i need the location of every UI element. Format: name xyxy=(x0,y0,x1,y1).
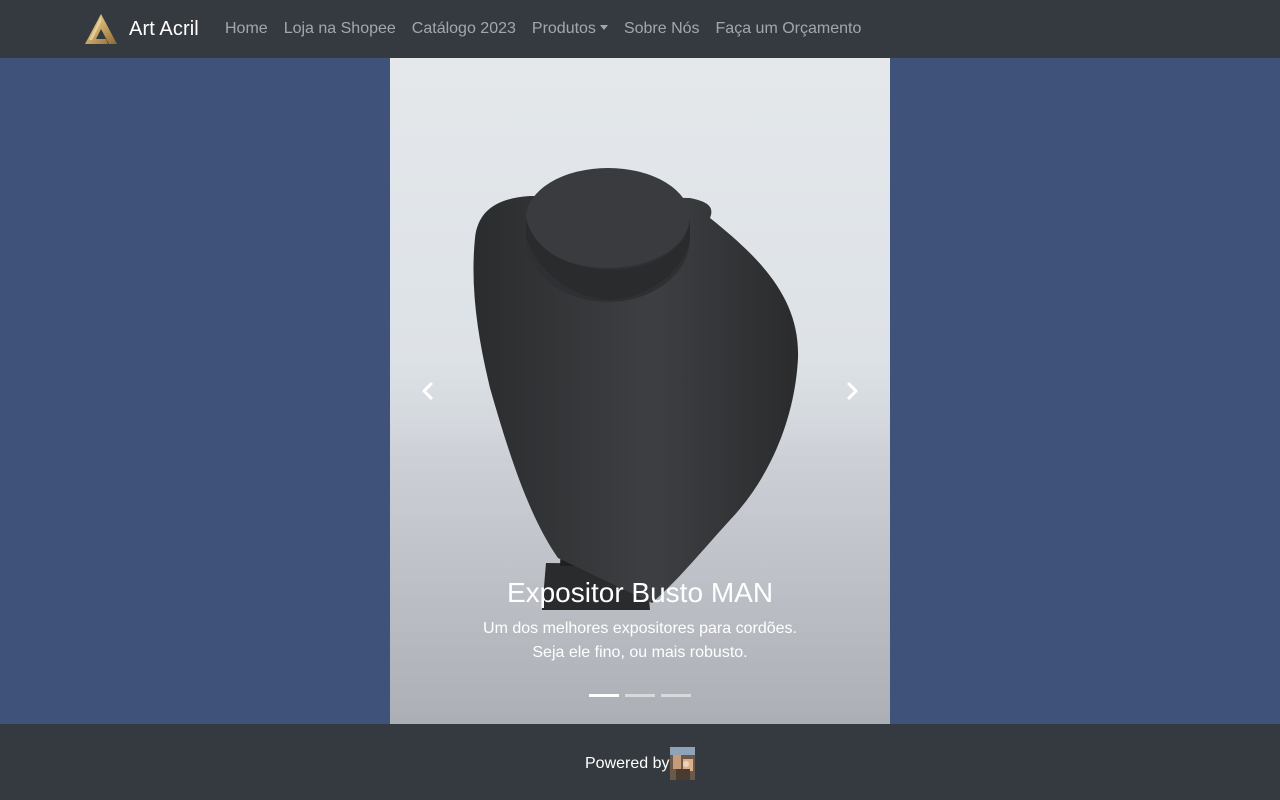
chevron-left-icon xyxy=(421,382,434,400)
brand-name: Art Acril xyxy=(129,17,199,40)
powered-by-text: Powered by xyxy=(585,755,670,772)
nav-produtos-dropdown[interactable]: Produtos xyxy=(524,0,616,58)
nav-orcamento[interactable]: Faça um Orçamento xyxy=(708,0,870,58)
nav-home[interactable]: Home xyxy=(217,0,276,58)
page-footer: Powered by xyxy=(0,724,1280,800)
art-acril-logo-icon xyxy=(85,14,117,44)
carousel-indicator-3[interactable] xyxy=(661,694,691,697)
carousel-prev-button[interactable] xyxy=(398,358,458,424)
carousel-indicator-1[interactable] xyxy=(589,694,619,697)
nav-loja-shopee[interactable]: Loja na Shopee xyxy=(276,0,404,58)
powered-by-avatar[interactable] xyxy=(670,747,695,780)
slide-text-line-1: Um dos melhores expositores para cordões… xyxy=(483,619,797,637)
brand-link[interactable]: Art Acril xyxy=(84,13,199,45)
nav-sobre-nos[interactable]: Sobre Nós xyxy=(616,0,708,58)
top-navbar: Art Acril Home Loja na Shopee Catálogo 2… xyxy=(0,0,1280,58)
slide-description: Um dos melhores expositores para cordões… xyxy=(390,617,890,665)
carousel-indicators xyxy=(589,694,697,697)
slide-title: Expositor Busto MAN xyxy=(506,577,774,608)
nav-produtos-label: Produtos xyxy=(531,20,596,37)
slide-caption: Expositor Busto MAN Um dos melhores expo… xyxy=(390,576,890,665)
caret-down-icon xyxy=(599,25,608,30)
carousel-next-button[interactable] xyxy=(822,358,882,424)
main-nav: Home Loja na Shopee Catálogo 2023 Produt… xyxy=(217,0,869,58)
carousel-indicator-2[interactable] xyxy=(625,694,655,697)
nav-catalogo-2023[interactable]: Catálogo 2023 xyxy=(404,0,524,58)
chevron-right-icon xyxy=(846,382,859,400)
product-carousel: Expositor Busto MAN Um dos melhores expo… xyxy=(390,58,890,724)
slide-text-line-2: Seja ele fino, ou mais robusto. xyxy=(532,643,748,661)
